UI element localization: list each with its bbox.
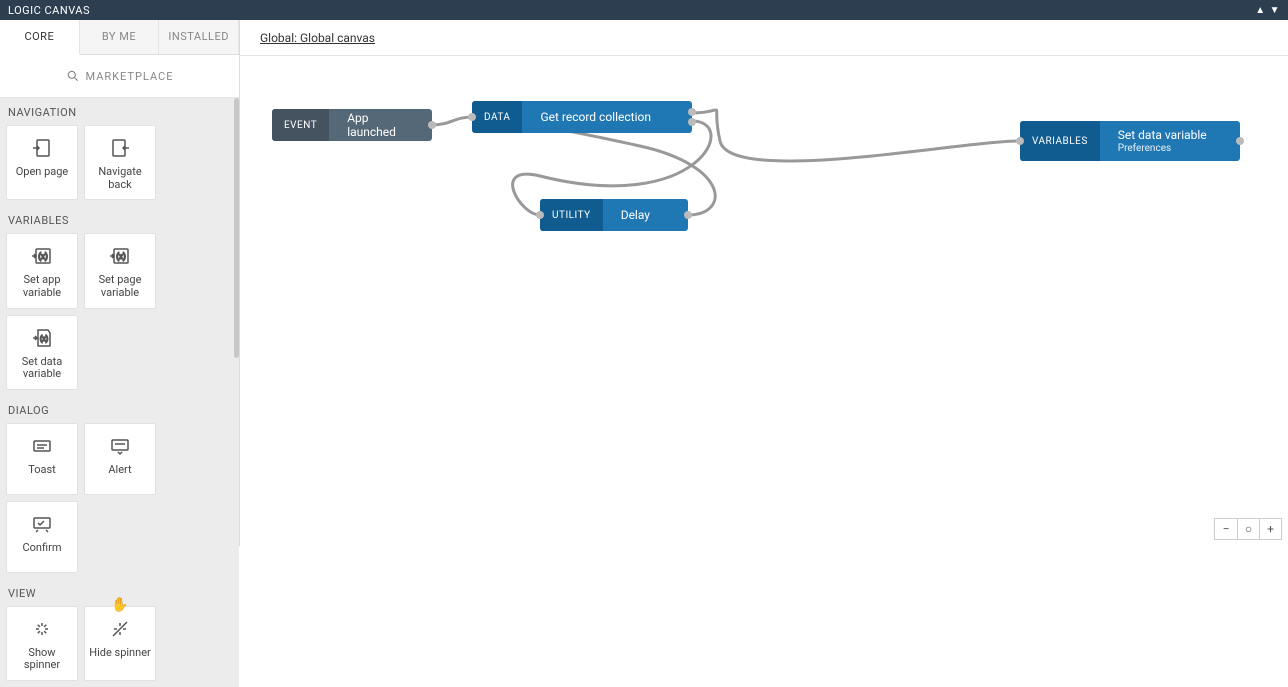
section-dialog-header: DIALOG <box>0 396 239 423</box>
zoom-controls: − ○ + <box>1214 518 1282 540</box>
output-port-2[interactable] <box>688 118 696 126</box>
tile-set-page-variable[interactable]: (x) Set page variable <box>84 233 156 308</box>
node-data-get-record-collection[interactable]: DATA Get record collection <box>472 101 692 133</box>
breadcrumb: Global: Global canvas <box>240 20 1288 56</box>
tile-set-data-variable[interactable]: (x) Set data variable <box>6 315 78 390</box>
marketplace-link[interactable]: MARKETPLACE <box>0 55 239 98</box>
collapse-down-icon[interactable]: ▼ <box>1270 5 1280 16</box>
sidebar-tabs: CORE BY ME INSTALLED <box>0 20 239 55</box>
open-page-icon <box>30 136 54 160</box>
node-variables-set-data-variable[interactable]: VARIABLES Set data variable Preferences <box>1020 121 1240 161</box>
tile-alert[interactable]: Alert <box>84 423 156 495</box>
tile-confirm[interactable]: Confirm <box>6 501 78 573</box>
navigate-back-icon <box>108 136 132 160</box>
title-bar: LOGIC CANVAS ▲ ▼ <box>0 0 1288 20</box>
output-port[interactable] <box>684 211 692 219</box>
node-tag: DATA <box>472 101 522 133</box>
alert-icon <box>108 434 132 458</box>
zoom-reset-button[interactable]: ○ <box>1237 519 1259 539</box>
canvas-area: Global: Global canvas EVENT App launched… <box>240 20 1288 546</box>
logic-canvas[interactable]: EVENT App launched DATA Get record colle… <box>240 56 1288 546</box>
output-port[interactable] <box>1236 137 1244 145</box>
set-page-variable-icon: (x) <box>108 244 132 268</box>
node-utility-delay[interactable]: UTILITY Delay <box>540 199 688 231</box>
tile-hide-spinner[interactable]: ✋ Hide spinner <box>84 606 156 681</box>
breadcrumb-link[interactable]: Global: Global canvas <box>260 31 375 45</box>
hide-spinner-icon <box>108 617 132 641</box>
set-app-variable-icon: (x) <box>30 244 54 268</box>
zoom-out-button[interactable]: − <box>1215 519 1237 539</box>
sidebar: CORE BY ME INSTALLED MARKETPLACE NAVIGAT… <box>0 20 240 546</box>
collapse-up-icon[interactable]: ▲ <box>1255 5 1265 16</box>
search-icon <box>66 69 80 83</box>
node-event-app-launched[interactable]: EVENT App launched <box>272 109 432 141</box>
tab-by-me[interactable]: BY ME <box>80 20 160 54</box>
node-sublabel: Preferences <box>1118 143 1207 154</box>
toast-icon <box>30 434 54 458</box>
svg-text:(x): (x) <box>40 335 48 343</box>
node-tag: VARIABLES <box>1020 121 1100 161</box>
show-spinner-icon <box>30 617 54 641</box>
confirm-icon <box>30 512 54 536</box>
svg-text:(x): (x) <box>116 252 126 261</box>
tile-toast[interactable]: Toast <box>6 423 78 495</box>
tab-core[interactable]: CORE <box>0 20 80 55</box>
node-label: Get record collection <box>540 110 651 124</box>
output-port-1[interactable] <box>688 108 696 116</box>
tile-show-spinner[interactable]: Show spinner <box>6 606 78 681</box>
node-label: App launched <box>347 111 414 139</box>
node-tag: UTILITY <box>540 199 603 231</box>
tile-navigate-back[interactable]: Navigate back <box>84 125 156 200</box>
input-port[interactable] <box>468 113 476 121</box>
grab-cursor-icon: ✋ <box>111 597 128 613</box>
svg-text:(x): (x) <box>38 252 48 261</box>
section-variables-header: VARIABLES <box>0 206 239 233</box>
input-port[interactable] <box>536 211 544 219</box>
node-label: Delay <box>621 208 650 222</box>
input-port[interactable] <box>1016 137 1024 145</box>
panel-title: LOGIC CANVAS <box>8 4 1255 17</box>
zoom-in-button[interactable]: + <box>1259 519 1281 539</box>
tab-installed[interactable]: INSTALLED <box>159 20 239 54</box>
set-data-variable-icon: (x) <box>30 326 54 350</box>
tile-set-app-variable[interactable]: (x) Set app variable <box>6 233 78 308</box>
output-port[interactable] <box>428 121 436 129</box>
node-tag: EVENT <box>272 109 329 141</box>
node-label: Set data variable <box>1118 128 1207 142</box>
tile-open-page[interactable]: Open page <box>6 125 78 200</box>
section-navigation-header: NAVIGATION <box>0 98 239 125</box>
marketplace-label: MARKETPLACE <box>86 70 174 83</box>
